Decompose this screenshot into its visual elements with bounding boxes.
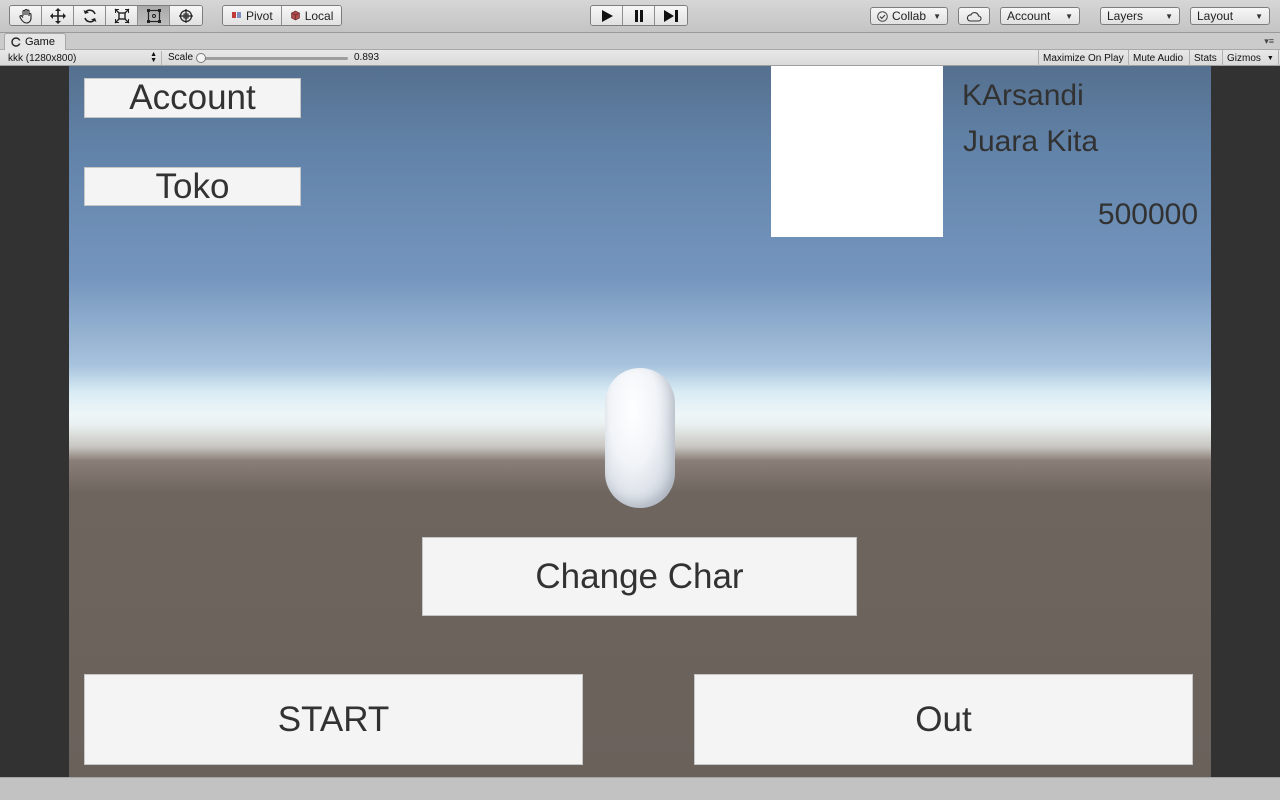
local-cube-icon bbox=[290, 10, 300, 21]
chevron-down-icon: ▼ bbox=[1255, 11, 1263, 21]
game-controller-icon bbox=[11, 37, 21, 47]
rotate-tool-button[interactable] bbox=[74, 6, 106, 25]
game-view: Account Toko KArsandi Juara Kita 500000 … bbox=[69, 66, 1211, 777]
rect-tool-button[interactable] bbox=[138, 6, 170, 25]
updown-arrows-icon: ▲ ▼ bbox=[150, 51, 157, 64]
panel-tabbar: Game ▾≡ bbox=[0, 33, 1280, 50]
step-button[interactable] bbox=[655, 6, 687, 25]
status-bar bbox=[0, 777, 1280, 800]
playmode-group bbox=[590, 5, 688, 26]
gizmos-dropdown[interactable]: Gizmos ▼ bbox=[1222, 50, 1279, 66]
scale-tool-icon bbox=[114, 8, 129, 23]
hand-tool-button[interactable] bbox=[10, 6, 42, 25]
mute-audio-label: Mute Audio bbox=[1133, 52, 1184, 64]
play-button[interactable] bbox=[591, 6, 623, 25]
resolution-label: kkk (1280x800) bbox=[8, 52, 77, 64]
panel-menu-icon[interactable]: ▾≡ bbox=[1264, 36, 1274, 47]
local-toggle[interactable]: Local bbox=[281, 6, 342, 25]
stats-toggle[interactable]: Stats bbox=[1189, 50, 1221, 66]
layout-dropdown[interactable]: Layout ▼ bbox=[1190, 7, 1270, 25]
chevron-down-icon: ▼ bbox=[1065, 11, 1073, 21]
character-capsule bbox=[605, 368, 675, 508]
account-label: Account bbox=[1007, 9, 1051, 23]
resolution-dropdown[interactable]: kkk (1280x800) ▲ ▼ bbox=[4, 51, 162, 65]
move-tool-icon bbox=[49, 7, 66, 24]
player-name: KArsandi bbox=[962, 79, 1084, 112]
pause-button[interactable] bbox=[623, 6, 655, 25]
play-icon bbox=[601, 9, 613, 22]
start-button[interactable]: START bbox=[84, 674, 583, 765]
coin-balance: 500000 bbox=[1097, 198, 1198, 231]
scale-slider-track[interactable] bbox=[200, 57, 348, 60]
chevron-down-icon: ▼ bbox=[933, 11, 941, 21]
game-view-controls: kkk (1280x800) ▲ ▼ Scale 0.893 Maximize O… bbox=[0, 50, 1280, 66]
tab-game[interactable]: Game bbox=[4, 33, 66, 50]
transform-tools-group bbox=[9, 5, 203, 26]
cloud-icon bbox=[966, 11, 982, 22]
chevron-down-icon: ▼ bbox=[1165, 11, 1173, 21]
scale-slider-thumb[interactable] bbox=[196, 53, 206, 63]
scale-tool-button[interactable] bbox=[106, 6, 138, 25]
collab-label: Collab bbox=[892, 9, 927, 23]
pivot-label: Pivot bbox=[246, 8, 273, 23]
rotate-tool-icon bbox=[83, 8, 96, 23]
move-tool-button[interactable] bbox=[42, 6, 74, 25]
maximize-on-play-toggle[interactable]: Maximize On Play bbox=[1038, 50, 1128, 66]
step-icon bbox=[664, 9, 678, 22]
avatar bbox=[771, 66, 943, 237]
scale-value: 0.893 bbox=[354, 52, 380, 63]
gizmos-label: Gizmos bbox=[1227, 52, 1261, 64]
stats-label: Stats bbox=[1194, 52, 1217, 64]
chevron-down-icon: ▼ bbox=[1266, 54, 1274, 62]
local-label: Local bbox=[304, 8, 334, 23]
transform-tool-icon bbox=[179, 8, 193, 23]
main-toolbar: Pivot Local Collab ▼ Account ▼ Layers ▼ … bbox=[0, 0, 1280, 33]
hand-tool-icon bbox=[18, 8, 32, 24]
out-button[interactable]: Out bbox=[694, 674, 1193, 765]
change-char-button[interactable]: Change Char bbox=[422, 537, 857, 616]
scale-label: Scale bbox=[168, 52, 194, 63]
pivot-mode-group: Pivot Local bbox=[222, 5, 343, 26]
pivot-icon bbox=[232, 12, 241, 18]
account-dropdown[interactable]: Account ▼ bbox=[1000, 7, 1080, 25]
rect-tool-icon bbox=[146, 8, 161, 23]
toko-button[interactable]: Toko bbox=[84, 167, 301, 206]
layers-dropdown[interactable]: Layers ▼ bbox=[1100, 7, 1180, 25]
pause-icon bbox=[634, 9, 643, 22]
check-circle-icon bbox=[877, 10, 888, 22]
pivot-toggle[interactable]: Pivot bbox=[223, 6, 282, 25]
cloud-button[interactable] bbox=[958, 7, 990, 25]
tab-game-label: Game bbox=[25, 36, 55, 48]
account-button[interactable]: Account bbox=[84, 78, 301, 118]
collab-dropdown[interactable]: Collab ▼ bbox=[870, 7, 948, 25]
mute-audio-toggle[interactable]: Mute Audio bbox=[1128, 50, 1187, 66]
layout-label: Layout bbox=[1197, 9, 1234, 23]
maximize-on-play-label: Maximize On Play bbox=[1043, 52, 1124, 64]
player-title: Juara Kita bbox=[963, 125, 1099, 158]
layers-label: Layers bbox=[1107, 9, 1144, 23]
transform-tool-button[interactable] bbox=[170, 6, 202, 25]
